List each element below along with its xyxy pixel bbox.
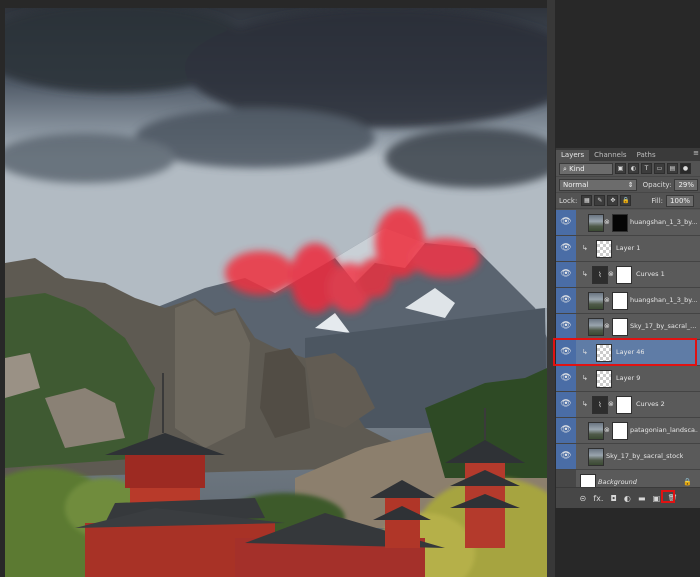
layer-row[interactable]: 👁 Sky_17_by_sacral_stock [556,444,700,470]
eye-icon[interactable]: 👁 [556,392,576,417]
layer-row[interactable]: 👁 ⊗ patagonian_landsca... [556,418,700,444]
lock-row: Lock: ▦ ✎ ✥ 🔒 Fill: 100% [556,193,700,209]
opacity-value: 29% [678,180,694,189]
layer-mask-thumbnail[interactable] [616,396,632,414]
filter-smart-icon[interactable]: ▤ [667,163,678,174]
layer-name: patagonian_landsca... [630,426,698,434]
lock-move-icon[interactable]: ✥ [607,195,619,206]
adjustment-icon[interactable]: ◐ [624,494,631,503]
panel-footer: ⊝ fx. ◘ ◐ ▬ ▣ 🗑 [556,487,700,508]
panel-gutter [547,0,555,577]
eye-icon[interactable]: 👁 [556,366,576,391]
filter-row: ⌕ Kind ▣ ◐ T ▭ ▤ ● [556,161,700,177]
layers-panel: Layers Channels Paths ≡ ⌕ Kind ▣ ◐ T ▭ ▤… [555,148,700,508]
layer-thumbnail [588,448,604,466]
clipping-arrow-icon: ↳ [582,244,588,252]
filter-shape-icon[interactable]: ▭ [654,163,665,174]
curves-adjustment-icon: ⌇ [592,396,608,414]
lock-brush-icon[interactable]: ✎ [594,195,606,206]
fx-icon[interactable]: fx. [593,494,603,503]
layer-row[interactable]: 👁 ↳ Layer 9 [556,366,700,392]
layer-row[interactable]: 👁 ↳ Layer 1 [556,236,700,262]
document-canvas[interactable] [5,8,547,577]
layer-name: Layer 1 [616,244,641,252]
layer-name: Layer 9 [616,374,641,382]
lock-icon: 🔒 [683,478,692,486]
link-icon: ⊗ [604,322,610,330]
blend-mode-value: Normal [563,180,589,189]
link-layers-icon[interactable]: ⊝ [580,494,587,503]
fill-value: 100% [670,196,691,205]
eye-icon[interactable]: 👁 [556,262,576,287]
layer-name: huangshan_1_3_by... [630,218,698,226]
eye-icon[interactable]: 👁 [556,288,576,313]
eye-icon[interactable]: 👁 [556,418,576,443]
panel-tabs: Layers Channels Paths ≡ [556,148,700,161]
filter-adjustment-icon[interactable]: ◐ [628,163,639,174]
layer-thumbnail [588,318,604,336]
filter-pixel-icon[interactable]: ▣ [615,163,626,174]
blend-mode-select[interactable]: Normal ⇕ [559,178,637,191]
blend-row: Normal ⇕ Opacity: 29% [556,177,700,193]
chevron-down-icon: ⇕ [627,180,634,189]
eye-icon[interactable]: 👁 [556,444,576,469]
layer-mask-thumbnail[interactable] [612,214,628,232]
filter-kind-label: Kind [569,164,585,173]
fill-input[interactable]: 100% [666,194,695,207]
layer-row[interactable]: 👁 ↳ ⌇ ⊗ Curves 1 [556,262,700,288]
layer-thumbnail [596,240,612,258]
new-layer-icon[interactable]: ▣ [653,494,661,503]
layer-mask-thumbnail[interactable] [612,318,628,336]
lock-all-icon[interactable]: 🔒 [620,195,632,206]
folder-icon[interactable]: ▬ [638,494,646,503]
layer-name: Sky_17_by_sacral_stock [606,452,684,460]
link-icon: ⊗ [604,426,610,434]
layer-row[interactable]: 👁 ⊗ huangshan_1_3_by... [556,288,700,314]
layer-thumbnail [588,422,604,440]
clipping-arrow-icon: ↳ [582,374,588,382]
mask-icon[interactable]: ◘ [610,494,616,503]
eye-icon[interactable]: 👁 [556,314,576,339]
layer-mask-thumbnail[interactable] [612,422,628,440]
opacity-input[interactable]: 29% [674,178,698,191]
layer-row[interactable]: 👁 ⊗ Sky_17_by_sacral_... [556,314,700,340]
panel-menu-icon[interactable]: ≡ [693,149,699,157]
fill-label: Fill: [651,196,664,205]
highlight-selected-layer [553,338,697,366]
tab-channels[interactable]: Channels [589,150,631,161]
layer-row[interactable]: 👁 ↳ ⌇ ⊗ Curves 2 [556,392,700,418]
layer-row[interactable]: 👁 ⊗ huangshan_1_3_by... [556,210,700,236]
eye-icon[interactable]: 👁 [556,236,576,261]
eye-icon[interactable]: 👁 [556,210,576,235]
layer-name: Sky_17_by_sacral_... [630,322,697,330]
link-icon: ⊗ [608,270,614,278]
link-icon: ⊗ [608,400,614,408]
layer-thumbnail [588,214,604,232]
filter-kind-select[interactable]: ⌕ Kind [559,162,613,175]
layer-mask-thumbnail[interactable] [612,292,628,310]
layer-thumbnail [588,292,604,310]
clipping-arrow-icon: ↳ [582,270,588,278]
layer-name: Curves 2 [636,400,665,408]
lock-label: Lock: [559,196,578,205]
highlight-new-layer-button [661,490,675,503]
clipping-arrow-icon: ↳ [582,400,588,408]
tab-paths[interactable]: Paths [632,150,661,161]
link-icon: ⊗ [604,218,610,226]
curves-adjustment-icon: ⌇ [592,266,608,284]
layer-thumbnail [596,370,612,388]
link-icon: ⊗ [604,296,610,304]
lock-transparent-icon[interactable]: ▦ [581,195,593,206]
artwork [5,8,547,577]
filter-toggle-icon[interactable]: ● [680,163,691,174]
layer-mask-thumbnail[interactable] [616,266,632,284]
tab-layers[interactable]: Layers [556,150,590,161]
layer-name: Curves 1 [636,270,665,278]
opacity-label: Opacity: [642,180,672,189]
layer-name: huangshan_1_3_by... [630,296,698,304]
filter-type-icon[interactable]: T [641,163,652,174]
